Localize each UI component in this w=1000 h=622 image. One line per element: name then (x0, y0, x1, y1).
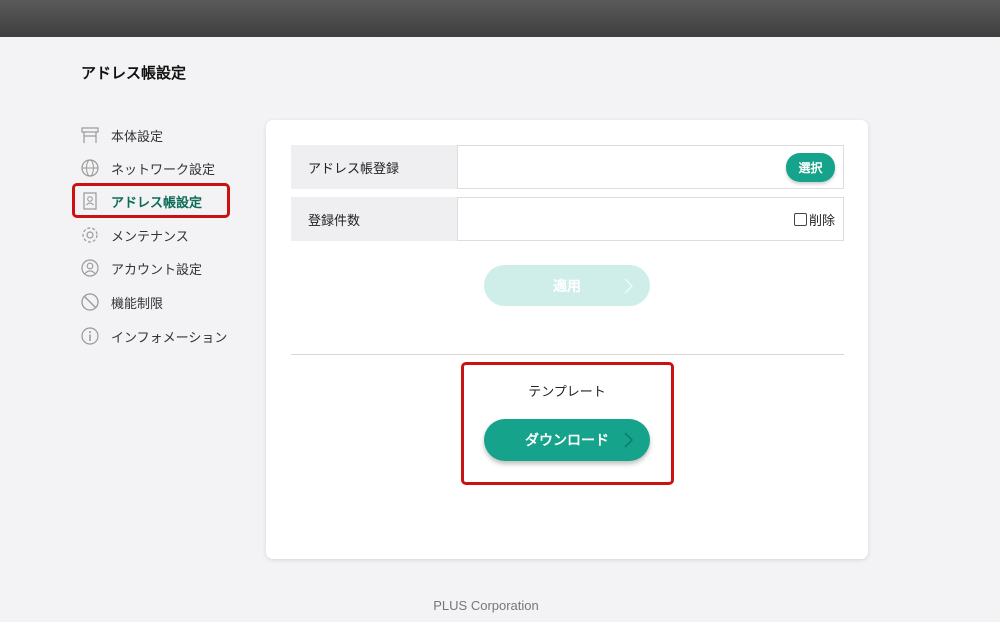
sidebar-item-maintenance[interactable]: メンテナンス (80, 220, 240, 250)
chevron-right-icon (624, 278, 633, 294)
delete-checkbox-wrap[interactable]: 削除 (793, 210, 835, 229)
user-icon (80, 258, 100, 278)
page-title: アドレス帳設定 (81, 64, 187, 82)
sidebar-item-device-settings[interactable]: 本体設定 (80, 120, 240, 150)
address-book-register-row: アドレス帳登録 選択 (291, 145, 844, 189)
sidebar-item-label: アカウント設定 (111, 262, 203, 278)
sidebar-item-network-settings[interactable]: ネットワーク設定 (80, 153, 240, 183)
registered-count-label: 登録件数 (291, 197, 457, 241)
highlight-box-template (461, 362, 674, 485)
registered-count-row: 登録件数 削除 (291, 197, 844, 241)
highlight-box-sidebar (72, 183, 230, 218)
footer-copyright: PLUS Corporation (433, 598, 539, 613)
info-icon (80, 326, 100, 346)
sidebar-item-label: ネットワーク設定 (111, 162, 216, 178)
sidebar-item-label: 機能制限 (111, 296, 164, 312)
section-divider (291, 354, 844, 355)
select-file-button[interactable]: 選択 (786, 152, 835, 182)
address-book-file-field[interactable]: 選択 (457, 145, 844, 189)
top-bar (0, 0, 1000, 37)
sidebar-item-label: メンテナンス (111, 229, 189, 245)
settings-card: アドレス帳登録 選択 登録件数 削除 適用 テンプレート ダウンロード (266, 120, 868, 559)
sidebar-item-account-settings[interactable]: アカウント設定 (80, 253, 240, 283)
device-icon (80, 125, 100, 145)
sidebar-item-function-restriction[interactable]: 機能制限 (80, 287, 240, 317)
apply-button[interactable]: 適用 (484, 265, 650, 306)
address-book-register-label: アドレス帳登録 (291, 145, 457, 189)
delete-label: 削除 (808, 213, 835, 229)
prohibited-icon (80, 292, 100, 312)
sidebar-item-label: インフォメーション (111, 330, 228, 346)
delete-checkbox[interactable] (793, 212, 807, 226)
globe-icon (80, 158, 100, 178)
gear-icon (80, 225, 100, 245)
sidebar-item-information[interactable]: インフォメーション (80, 321, 240, 351)
apply-button-label: 適用 (553, 278, 581, 295)
sidebar-item-label: 本体設定 (111, 129, 164, 145)
registered-count-field: 削除 (457, 197, 844, 241)
